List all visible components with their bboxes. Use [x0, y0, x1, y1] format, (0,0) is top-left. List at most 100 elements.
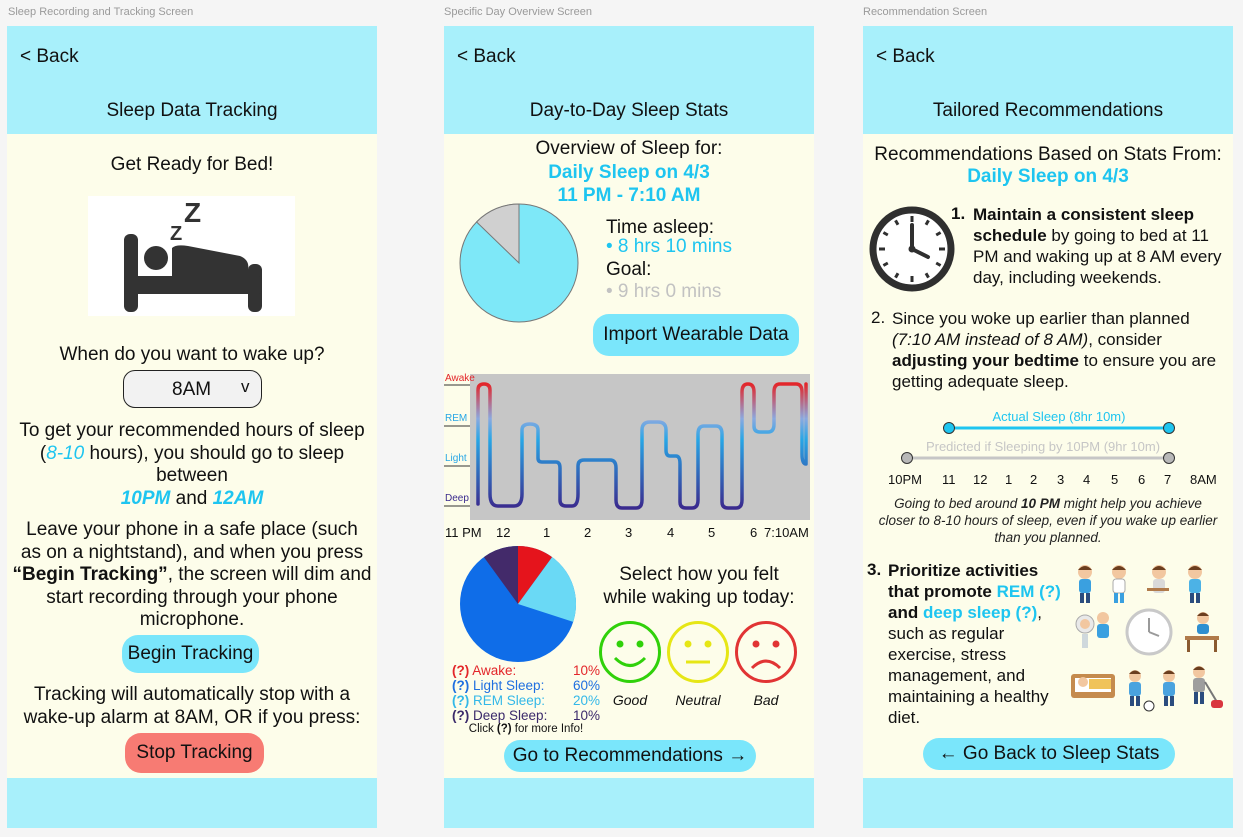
time-tick: 7:10AM [764, 525, 809, 540]
mood-good-button[interactable] [598, 620, 662, 689]
mood-neutral-button[interactable] [666, 620, 730, 689]
day-overview-screen: < Back Day-to-Day Sleep Stats Overview o… [444, 26, 814, 828]
legend-deep: (?) Deep Sleep: 10% [452, 708, 600, 723]
sad-face-icon [735, 621, 797, 683]
timeline-tick: 2 [1030, 472, 1038, 487]
mood-bad-label: Bad [753, 692, 779, 708]
deep-sleep-info-link[interactable]: deep sleep (?) [923, 603, 1037, 622]
auto-line-2: wake-up alarm at 8AM, OR if you press: [23, 706, 361, 728]
svg-text:Z: Z [184, 197, 201, 228]
info-hint-prefix: Click [468, 723, 497, 735]
rem-info-link[interactable]: REM (?) [997, 582, 1061, 601]
rec-3-number: 3. [867, 560, 882, 579]
timeline-tick: 8AM [1190, 472, 1217, 487]
time-tick: 5 [708, 525, 716, 540]
import-wearable-button[interactable]: Import Wearable Data [593, 314, 799, 356]
rec-2-a: Since you woke up earlier than planned [892, 309, 1190, 328]
phone-instructions: Leave your phone in a safe place (such a… [7, 519, 377, 632]
auto-stop-text: Tracking will automatically stop with a … [7, 684, 377, 729]
rec-times: 10PM and 12AM [7, 488, 377, 511]
goal-value: • 9 hrs 0 mins [606, 281, 722, 302]
phone-line-1: Leave your phone in a safe place (such [26, 519, 358, 540]
neutral-face-icon [667, 621, 729, 683]
page-title: Day-to-Day Sleep Stats [529, 100, 729, 121]
bedtime-start: 10PM [120, 487, 171, 509]
screen2-frame-label: Specific Day Overview Screen [444, 6, 592, 18]
recommendation-text: To get your recommended hours of sleep (… [7, 420, 377, 510]
phone-line-3-rest: , the screen will dim and [167, 564, 372, 585]
info-awake-link[interactable]: (?) [452, 663, 469, 678]
rec-1-number: 1. [951, 204, 971, 224]
auto-line-1: Tracking will automatically stop with a [33, 684, 351, 705]
header-bar: < Back Day-to-Day Sleep Stats [444, 26, 814, 134]
stage-label-awake: Awake [445, 373, 475, 384]
time-tick: 11 PM [445, 525, 482, 540]
time-tick: 2 [584, 525, 592, 540]
rec-1-num: 1. [951, 204, 966, 223]
legend-light: (?) Light Sleep: 60% [452, 678, 600, 693]
back-button[interactable]: < Back [457, 46, 516, 68]
healthy-activities-illustration [1069, 562, 1229, 717]
get-ready-heading: Get Ready for Bed! [110, 154, 274, 175]
time-tick: 12 [496, 525, 511, 540]
header-bar: < Back Sleep Data Tracking [7, 26, 377, 134]
bedtime-suggestion: Going to bed around 10 PM might help you… [875, 495, 1221, 546]
stage-label-light: Light [445, 453, 467, 464]
time-asleep-value: • 8 hrs 10 mins [606, 236, 732, 257]
time-tick: 3 [625, 525, 633, 540]
back-button[interactable]: < Back [20, 46, 79, 68]
info-rem-link[interactable]: (?) [452, 693, 469, 708]
footer-bar [863, 778, 1233, 828]
sleep-tracking-screen: < Back Sleep Data Tracking Get Ready for… [7, 26, 377, 828]
info-deep-link[interactable]: (?) [452, 708, 469, 723]
timeline-tick: 5 [1111, 472, 1119, 487]
footer-bar [444, 778, 814, 828]
overview-heading: Overview of Sleep for: [535, 138, 723, 159]
legend-light-label: Light Sleep: [473, 678, 545, 693]
begin-tracking-button[interactable]: Begin Tracking [122, 635, 259, 673]
rec-3-and: and [888, 603, 923, 622]
bedtime-end: 12AM [212, 487, 264, 509]
chevron-down-icon: v [241, 377, 250, 396]
info-light-link[interactable]: (?) [452, 678, 469, 693]
stop-tracking-button[interactable]: Stop Tracking [125, 733, 264, 773]
wake-time-dropdown[interactable]: 8AM v [123, 370, 262, 408]
timeline-tick: 6 [1138, 472, 1146, 487]
back-button[interactable]: < Back [876, 46, 935, 68]
mood-neutral-label: Neutral [675, 692, 721, 708]
go-to-recommendations-button[interactable]: Go to Recommendations → [504, 740, 756, 772]
time-tick: 1 [543, 525, 551, 540]
mood-good-label: Good [612, 692, 648, 708]
legend-awake-label: Awake: [472, 663, 517, 678]
timeline-tick: 7 [1164, 472, 1172, 487]
bedtime-suggestion-bold: 10 PM [1020, 496, 1061, 511]
legend-rem: (?) REM Sleep: 20% [452, 693, 600, 708]
legend-rem-value: 20% [572, 693, 600, 708]
legend-deep-label: Deep Sleep: [473, 708, 548, 723]
recommendation-2: Since you woke up earlier than planned (… [892, 308, 1232, 392]
time-tick: 4 [667, 525, 675, 540]
actual-start-handle [943, 422, 955, 434]
rec-line-1: To get your recommended hours of sleep [19, 420, 365, 441]
recommendation-screen: < Back Tailored Recommendations Recommen… [863, 26, 1233, 828]
sleeping-in-bed-icon: Z Z [88, 196, 295, 316]
phone-line-2: as on a nightstand), and when you press [20, 541, 364, 563]
goal-label: Goal: [606, 259, 652, 280]
footer-bar [7, 778, 377, 828]
based-on-heading: Recommendations Based on Stats From: [874, 144, 1222, 165]
clock-icon [868, 205, 956, 298]
mood-prompt-line-1: Select how you felt [619, 564, 779, 585]
screen1-frame-label: Sleep Recording and Tracking Screen [8, 6, 194, 18]
mood-bad-button[interactable] [734, 620, 798, 689]
back-to-sleep-stats-button[interactable]: ← Go Back to Sleep Stats [923, 738, 1175, 770]
rec-2-number: 2. [871, 308, 886, 327]
sleep-stage-pie-chart [458, 544, 578, 669]
wake-time-value: 8AM [172, 379, 212, 400]
rec-2-bold: adjusting your bedtime [892, 351, 1080, 370]
kid-figure [1078, 565, 1092, 603]
stage-legend: (?) Awake: 10% (?) Light Sleep: 60% (?) … [452, 663, 600, 723]
rec-between: between [156, 465, 228, 486]
timeline-tick: 4 [1083, 472, 1091, 487]
bed-scene [1071, 674, 1115, 698]
predicted-end-handle [1163, 452, 1175, 464]
